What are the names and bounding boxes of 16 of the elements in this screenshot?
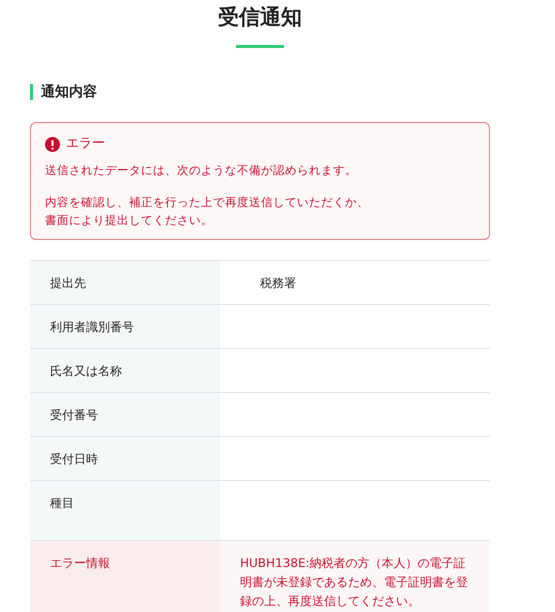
alert-title: エラー xyxy=(45,135,105,154)
row-value: 税務署 xyxy=(259,275,297,292)
title-underline xyxy=(236,45,284,48)
row-label: 氏名又は名称 xyxy=(30,349,220,392)
alert-message: 内容を確認し、補正を行った上で再度送信していただくか、 書面により提出してください。 xyxy=(45,194,370,230)
row-label: エラー情報 xyxy=(30,541,220,612)
section-heading: 通知内容 xyxy=(30,84,490,100)
error-icon xyxy=(45,136,60,152)
error-message: HUBH138E:納税者の方（本人）の電子証明書が未登録であるため、電子証明書を登録の上、再度送信してください。 xyxy=(240,555,469,610)
alert-message: 送信されたデータには、次のような不備が認められます。 xyxy=(45,162,358,180)
row-label: 提出先 xyxy=(30,261,220,304)
row-label: 種目 xyxy=(30,481,220,540)
row-label: 利用者識別番号 xyxy=(30,305,220,348)
page-title: 受信通知 xyxy=(217,4,303,31)
row-label: 受付日時 xyxy=(30,437,220,480)
row-label: 受付番号 xyxy=(30,393,220,436)
